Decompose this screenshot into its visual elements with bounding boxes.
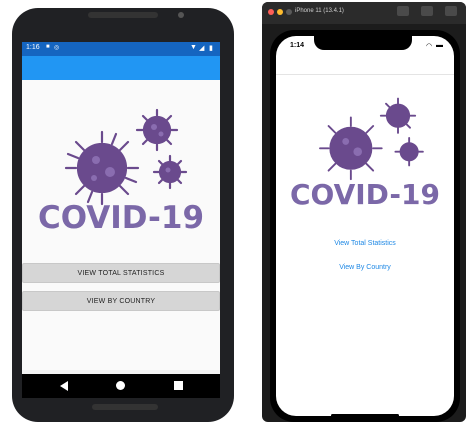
android-status-time: 1:16 (26, 44, 40, 51)
virus-icon (64, 108, 188, 206)
view-by-country-link[interactable]: View By Country (276, 264, 454, 271)
minimize-icon[interactable] (277, 9, 283, 15)
view-total-statistics-button[interactable]: VIEW TOTAL STATISTICS (22, 263, 220, 283)
home-icon[interactable] (116, 381, 125, 390)
android-camera (178, 12, 184, 18)
virus-icon (319, 97, 424, 181)
rotate-icon[interactable] (445, 6, 457, 16)
android-bottom-speaker (92, 404, 158, 410)
signal-icon: ◢ (199, 45, 205, 52)
covid-logo-text: COVID-19 (37, 200, 205, 236)
recent-apps-icon[interactable] (174, 381, 183, 390)
home-button-icon[interactable] (421, 6, 433, 16)
android-app-bar (22, 56, 220, 80)
covid-logo-text: COVID-19 (289, 178, 441, 211)
simulator-title: iPhone 11 (13.4.1) (295, 8, 344, 14)
android-content: COVID-19 (22, 80, 220, 370)
wifi-icon: ▼ (190, 44, 197, 51)
iphone-screen (276, 36, 454, 416)
android-status-bar: 1:16 ■ ◎ ▼ ◢ ▮ (22, 42, 220, 56)
close-icon[interactable] (268, 9, 274, 15)
screenshot-icon[interactable] (397, 6, 409, 16)
android-screen: 1:16 ■ ◎ ▼ ◢ ▮ COVID-19 VIEW TOTAL STATI… (22, 42, 220, 398)
ios-status-time: 1:14 (290, 42, 305, 49)
battery-icon: ▮ (209, 45, 213, 52)
home-indicator[interactable] (331, 414, 399, 417)
android-speaker (88, 12, 158, 18)
view-total-statistics-link[interactable]: View Total Statistics (276, 240, 454, 247)
wifi-icon: ◠ (426, 43, 433, 50)
notification-icon: ■ (46, 44, 50, 50)
battery-icon: ▬ (436, 42, 443, 49)
zoom-icon[interactable] (286, 9, 292, 15)
simulator-title-bar (262, 2, 466, 24)
nav-divider (276, 74, 454, 75)
view-by-country-button[interactable]: VIEW BY COUNTRY (22, 291, 220, 311)
back-icon[interactable] (60, 381, 68, 391)
sync-icon: ◎ (54, 45, 60, 51)
iphone-notch (314, 36, 412, 50)
android-nav-bar (22, 374, 220, 398)
